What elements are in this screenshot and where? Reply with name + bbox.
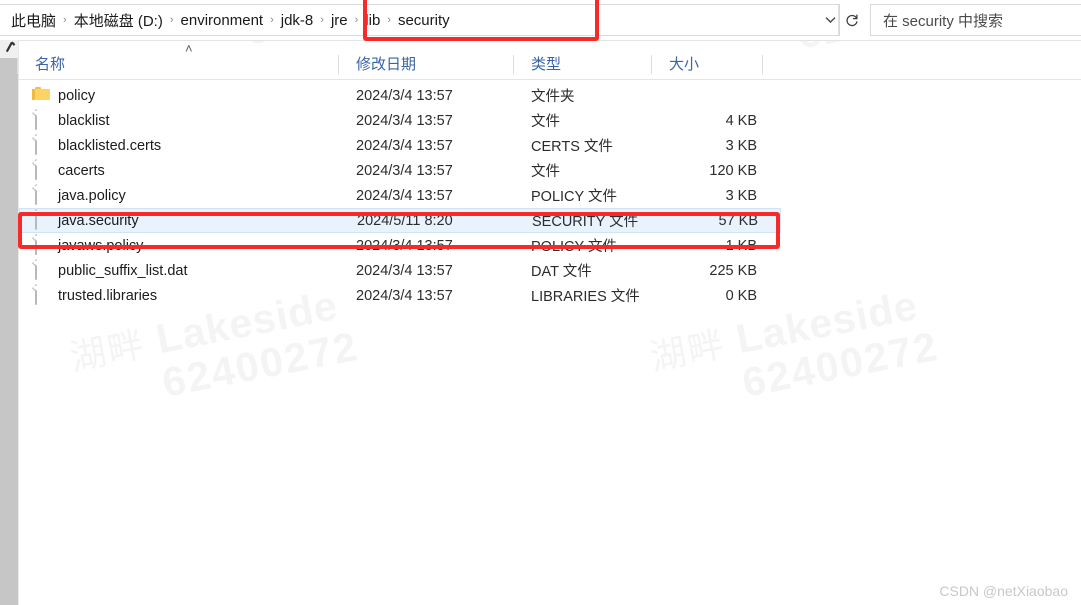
breadcrumb-item-此电脑[interactable]: 此电脑 — [6, 8, 61, 33]
file-date-modified: 2024/3/4 13:57 — [356, 87, 453, 104]
file-row[interactable]: java.policy 2024/3/4 13:57 POLICY 文件 3 KB — [19, 183, 1081, 208]
file-name: blacklisted.certs — [58, 137, 162, 154]
chevron-up-icon — [3, 40, 18, 56]
file-icon — [35, 111, 49, 130]
watermark-number: 62400272 — [738, 322, 943, 406]
file-row[interactable]: public_suffix_list.dat 2024/3/4 13:57 DAT … — [19, 258, 1081, 283]
file-name: java.security — [58, 212, 139, 229]
file-date-modified: 2024/3/4 13:57 — [356, 262, 453, 279]
watermark-number: 62400272 — [158, 322, 363, 406]
file-row[interactable]: trusted.libraries 2024/3/4 13:57 LIBRARIES… — [19, 283, 1081, 308]
file-name: policy — [58, 87, 96, 104]
file-name: public_suffix_list.dat — [58, 262, 188, 279]
file-list: policy 2024/3/4 13:57 文件夹 blacklist 2024/3/4… — [19, 83, 1081, 308]
file-date-modified: 2024/3/4 13:57 — [356, 187, 453, 204]
breadcrumb-separator: › — [63, 14, 67, 26]
sort-ascending-icon: ˄ — [185, 41, 193, 56]
column-header-type[interactable]: 类型 — [531, 50, 561, 79]
file-size: 225 KB — [709, 262, 757, 279]
column-header-size[interactable]: 大小 — [669, 50, 699, 79]
breadcrumb-separator: › — [354, 14, 359, 26]
file-icon — [35, 136, 49, 155]
breadcrumb-separator: › — [320, 14, 324, 26]
file-icon — [35, 211, 49, 230]
breadcrumb-item-jre[interactable]: jre — [326, 10, 353, 31]
file-type: POLICY 文件 — [531, 189, 617, 205]
scroll-up-button[interactable] — [0, 40, 18, 58]
file-icon — [35, 186, 49, 205]
column-divider[interactable] — [762, 55, 763, 74]
column-divider[interactable] — [651, 55, 652, 74]
credit-watermark: CSDN @netXiaobao — [939, 583, 1068, 599]
watermark-cn: 湖畔 — [66, 323, 149, 379]
file-name: trusted.libraries — [58, 287, 158, 304]
file-row[interactable]: policy 2024/3/4 13:57 文件夹 — [19, 83, 1081, 108]
folder-icon — [32, 87, 50, 104]
search-placeholder: 在 security 中搜索 — [883, 12, 1004, 30]
file-size: 0 KB — [725, 287, 757, 304]
file-row[interactable]: blacklist 2024/3/4 13:57 文件 4 KB — [19, 108, 1081, 133]
file-name: java.policy — [58, 187, 126, 204]
column-divider[interactable] — [338, 55, 339, 74]
file-type: LIBRARIES 文件 — [531, 289, 640, 305]
file-type: SECURITY 文件 — [532, 214, 639, 230]
file-type: POLICY 文件 — [531, 239, 617, 255]
file-row[interactable]: javaws.policy 2024/3/4 13:57 POLICY 文件 1 KB — [19, 233, 1081, 258]
file-icon — [35, 161, 49, 180]
file-size: 4 KB — [725, 112, 757, 129]
file-date-modified: 2024/3/4 13:57 — [356, 162, 453, 179]
file-date-modified: 2024/3/4 13:57 — [356, 287, 453, 304]
file-size: 3 KB — [725, 137, 757, 154]
file-icon — [35, 286, 49, 305]
breadcrumb-item-security[interactable]: security — [393, 10, 455, 31]
file-date-modified: 2024/5/11 8:20 — [357, 212, 453, 229]
refresh-icon[interactable] — [838, 5, 865, 35]
scrollbar-track-left[interactable] — [0, 40, 18, 605]
file-date-modified: 2024/3/4 13:57 — [356, 237, 453, 254]
file-explorer-window: 湖畔 Lakeside 62400272 湖畔 Lakeside 6240027… — [0, 0, 1081, 605]
breadcrumb-item-本地磁盘d[interactable]: 本地磁盘 (D:) — [69, 8, 168, 33]
file-row[interactable]: blacklisted.certs 2024/3/4 13:57 CERTS 文件 3… — [19, 133, 1081, 158]
breadcrumb-item-jdk-8[interactable]: jdk-8 — [276, 10, 319, 31]
breadcrumb-separator: › — [270, 14, 274, 26]
file-type: 文件夹 — [531, 89, 575, 105]
file-size: 3 KB — [725, 187, 757, 204]
breadcrumb-item-environment[interactable]: environment — [176, 10, 269, 31]
file-type: 文件 — [531, 164, 560, 180]
column-header-row: 名称 ˄ 修改日期 类型 大小 — [17, 41, 1081, 80]
file-row[interactable]: cacerts 2024/3/4 13:57 文件 120 KB — [19, 158, 1081, 183]
column-divider[interactable] — [513, 55, 514, 74]
file-size: 120 KB — [709, 162, 757, 179]
column-header-name[interactable]: 名称 — [35, 50, 65, 79]
breadcrumb[interactable]: 此电脑 › 本地磁盘 (D:) › environment › jdk-8 › jre › lib ›… — [0, 4, 840, 36]
column-header-date[interactable]: 修改日期 — [356, 50, 416, 79]
file-size: 57 KB — [718, 212, 759, 229]
breadcrumb-separator: › — [169, 14, 174, 26]
file-type: CERTS 文件 — [531, 139, 613, 155]
breadcrumb-item-lib[interactable]: lib — [360, 10, 385, 31]
file-date-modified: 2024/3/4 13:57 — [356, 112, 453, 129]
file-icon — [35, 236, 49, 255]
address-bar: 此电脑 › 本地磁盘 (D:) › environment › jdk-8 › jre › lib ›… — [0, 0, 1081, 41]
search-input[interactable]: 在 security 中搜索 — [870, 4, 1081, 36]
file-name: blacklist — [58, 112, 110, 129]
file-type: DAT 文件 — [531, 264, 592, 280]
file-name: javaws.policy — [58, 237, 144, 254]
watermark-cn: 湖畔 — [646, 323, 729, 379]
breadcrumb-separator: › — [387, 14, 391, 26]
file-date-modified: 2024/3/4 13:57 — [356, 137, 453, 154]
file-row[interactable]: java.security 2024/5/11 8:20 SECURITY 文件 57… — [19, 208, 781, 233]
file-type: 文件 — [531, 114, 560, 130]
file-size: 1 KB — [725, 237, 757, 254]
file-icon — [35, 261, 49, 280]
file-name: cacerts — [58, 162, 105, 179]
